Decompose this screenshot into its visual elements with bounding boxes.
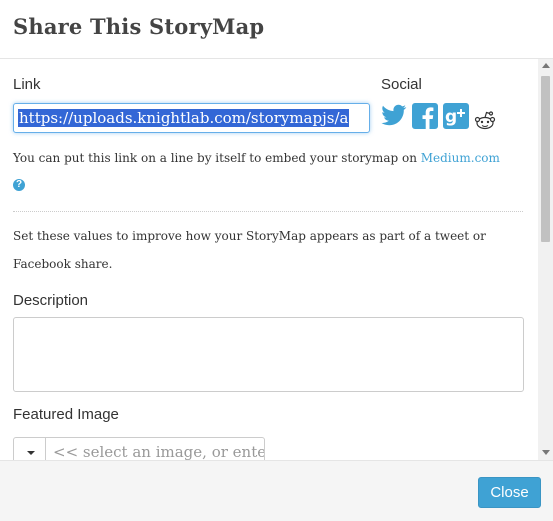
share-intro-line-1: Set these values to improve how your Sto… [13,229,486,243]
link-url-selected-text: https://uploads.knightlab.com/storymapjs… [18,109,350,127]
image-select-dropdown-button[interactable] [13,437,46,460]
embed-note-text: You can put this link on a line by itsel… [13,151,421,165]
link-url-field[interactable]: https://uploads.knightlab.com/storymapjs… [13,103,370,133]
featured-image-label: Featured Image [13,406,119,423]
social-icons: g [381,103,501,133]
share-dialog: Share This StoryMap Link Social https://… [0,0,553,521]
social-label: Social [381,76,422,93]
dialog-footer: Close [0,460,553,521]
google-plus-icon[interactable]: g [443,103,469,129]
section-divider [13,211,523,212]
link-label: Link [13,76,41,93]
medium-link[interactable]: Medium.com [421,151,500,165]
caret-down-icon [27,451,35,455]
description-textarea[interactable] [13,317,524,392]
featured-image-input[interactable]: << select an image, or ente [46,437,265,460]
share-intro-line-2: Facebook share. [13,257,113,271]
dialog-title: Share This StoryMap [13,14,265,39]
description-label: Description [13,292,89,309]
scroll-up-arrow-icon[interactable] [542,63,550,68]
reddit-icon[interactable] [474,110,496,130]
scroll-down-arrow-icon[interactable] [542,450,550,455]
dialog-header: Share This StoryMap [0,0,553,59]
close-button[interactable]: Close [478,477,541,508]
question-circle-icon[interactable]: ? [13,179,25,191]
facebook-icon[interactable] [412,103,438,129]
dialog-body[interactable]: Link Social https://uploads.knightlab.co… [0,59,538,460]
svg-text:g: g [445,107,457,127]
vertical-scrollbar[interactable] [538,59,553,460]
twitter-icon[interactable] [381,104,407,128]
scrollbar-thumb[interactable] [541,76,550,242]
embed-note: You can put this link on a line by itsel… [13,151,523,165]
